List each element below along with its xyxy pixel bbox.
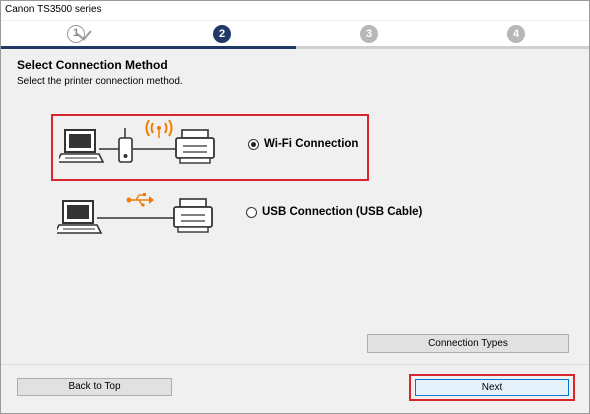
- usb-icon: [126, 193, 154, 207]
- page-heading: Select Connection Method: [17, 58, 168, 72]
- wifi-connection-label[interactable]: Wi-Fi Connection: [264, 138, 358, 150]
- laptop-icon: [59, 129, 105, 163]
- usb-connection-illustration: [57, 193, 213, 234]
- step-4-number: 4: [512, 28, 520, 40]
- progress-fill: [1, 46, 296, 49]
- footer-divider: [1, 364, 589, 365]
- printer-icon: [175, 129, 215, 164]
- wifi-radio-button[interactable]: [248, 138, 259, 150]
- wifi-icon: [145, 119, 173, 138]
- next-button[interactable]: Next: [415, 379, 569, 396]
- usb-radio-button[interactable]: [246, 206, 257, 218]
- page-subtitle: Select the printer connection method.: [17, 76, 183, 87]
- usb-radio-row[interactable]: USB Connection (USB Cable): [246, 206, 422, 218]
- window-title: Canon TS3500 series: [5, 4, 102, 15]
- installer-window: Canon TS3500 series 1 2 3 4 Select Conne…: [0, 0, 590, 414]
- step-2-current: 2: [213, 25, 231, 43]
- printer-icon: [173, 198, 213, 233]
- back-to-top-button[interactable]: Back to Top: [17, 378, 172, 396]
- connection-types-button[interactable]: Connection Types: [367, 334, 569, 353]
- step-2-number: 2: [218, 28, 226, 40]
- wifi-connection-option[interactable]: Wi-Fi Connection: [51, 114, 369, 181]
- step-3-number: 3: [365, 28, 373, 40]
- next-button-highlight: Next: [409, 374, 575, 401]
- usb-connection-label[interactable]: USB Connection (USB Cable): [262, 206, 422, 218]
- router-icon: [118, 128, 133, 163]
- wifi-connection-illustration: [59, 119, 215, 164]
- step-4-upcoming: 4: [507, 25, 525, 43]
- step-3-upcoming: 3: [360, 25, 378, 43]
- laptop-icon: [57, 200, 103, 234]
- progress-bar: [1, 46, 589, 49]
- step-indicator: 1 2 3 4: [1, 21, 589, 49]
- title-bar: Canon TS3500 series: [1, 1, 589, 20]
- usb-connection-option[interactable]: USB Connection (USB Cable): [51, 187, 422, 243]
- wifi-radio-row[interactable]: Wi-Fi Connection: [248, 138, 358, 150]
